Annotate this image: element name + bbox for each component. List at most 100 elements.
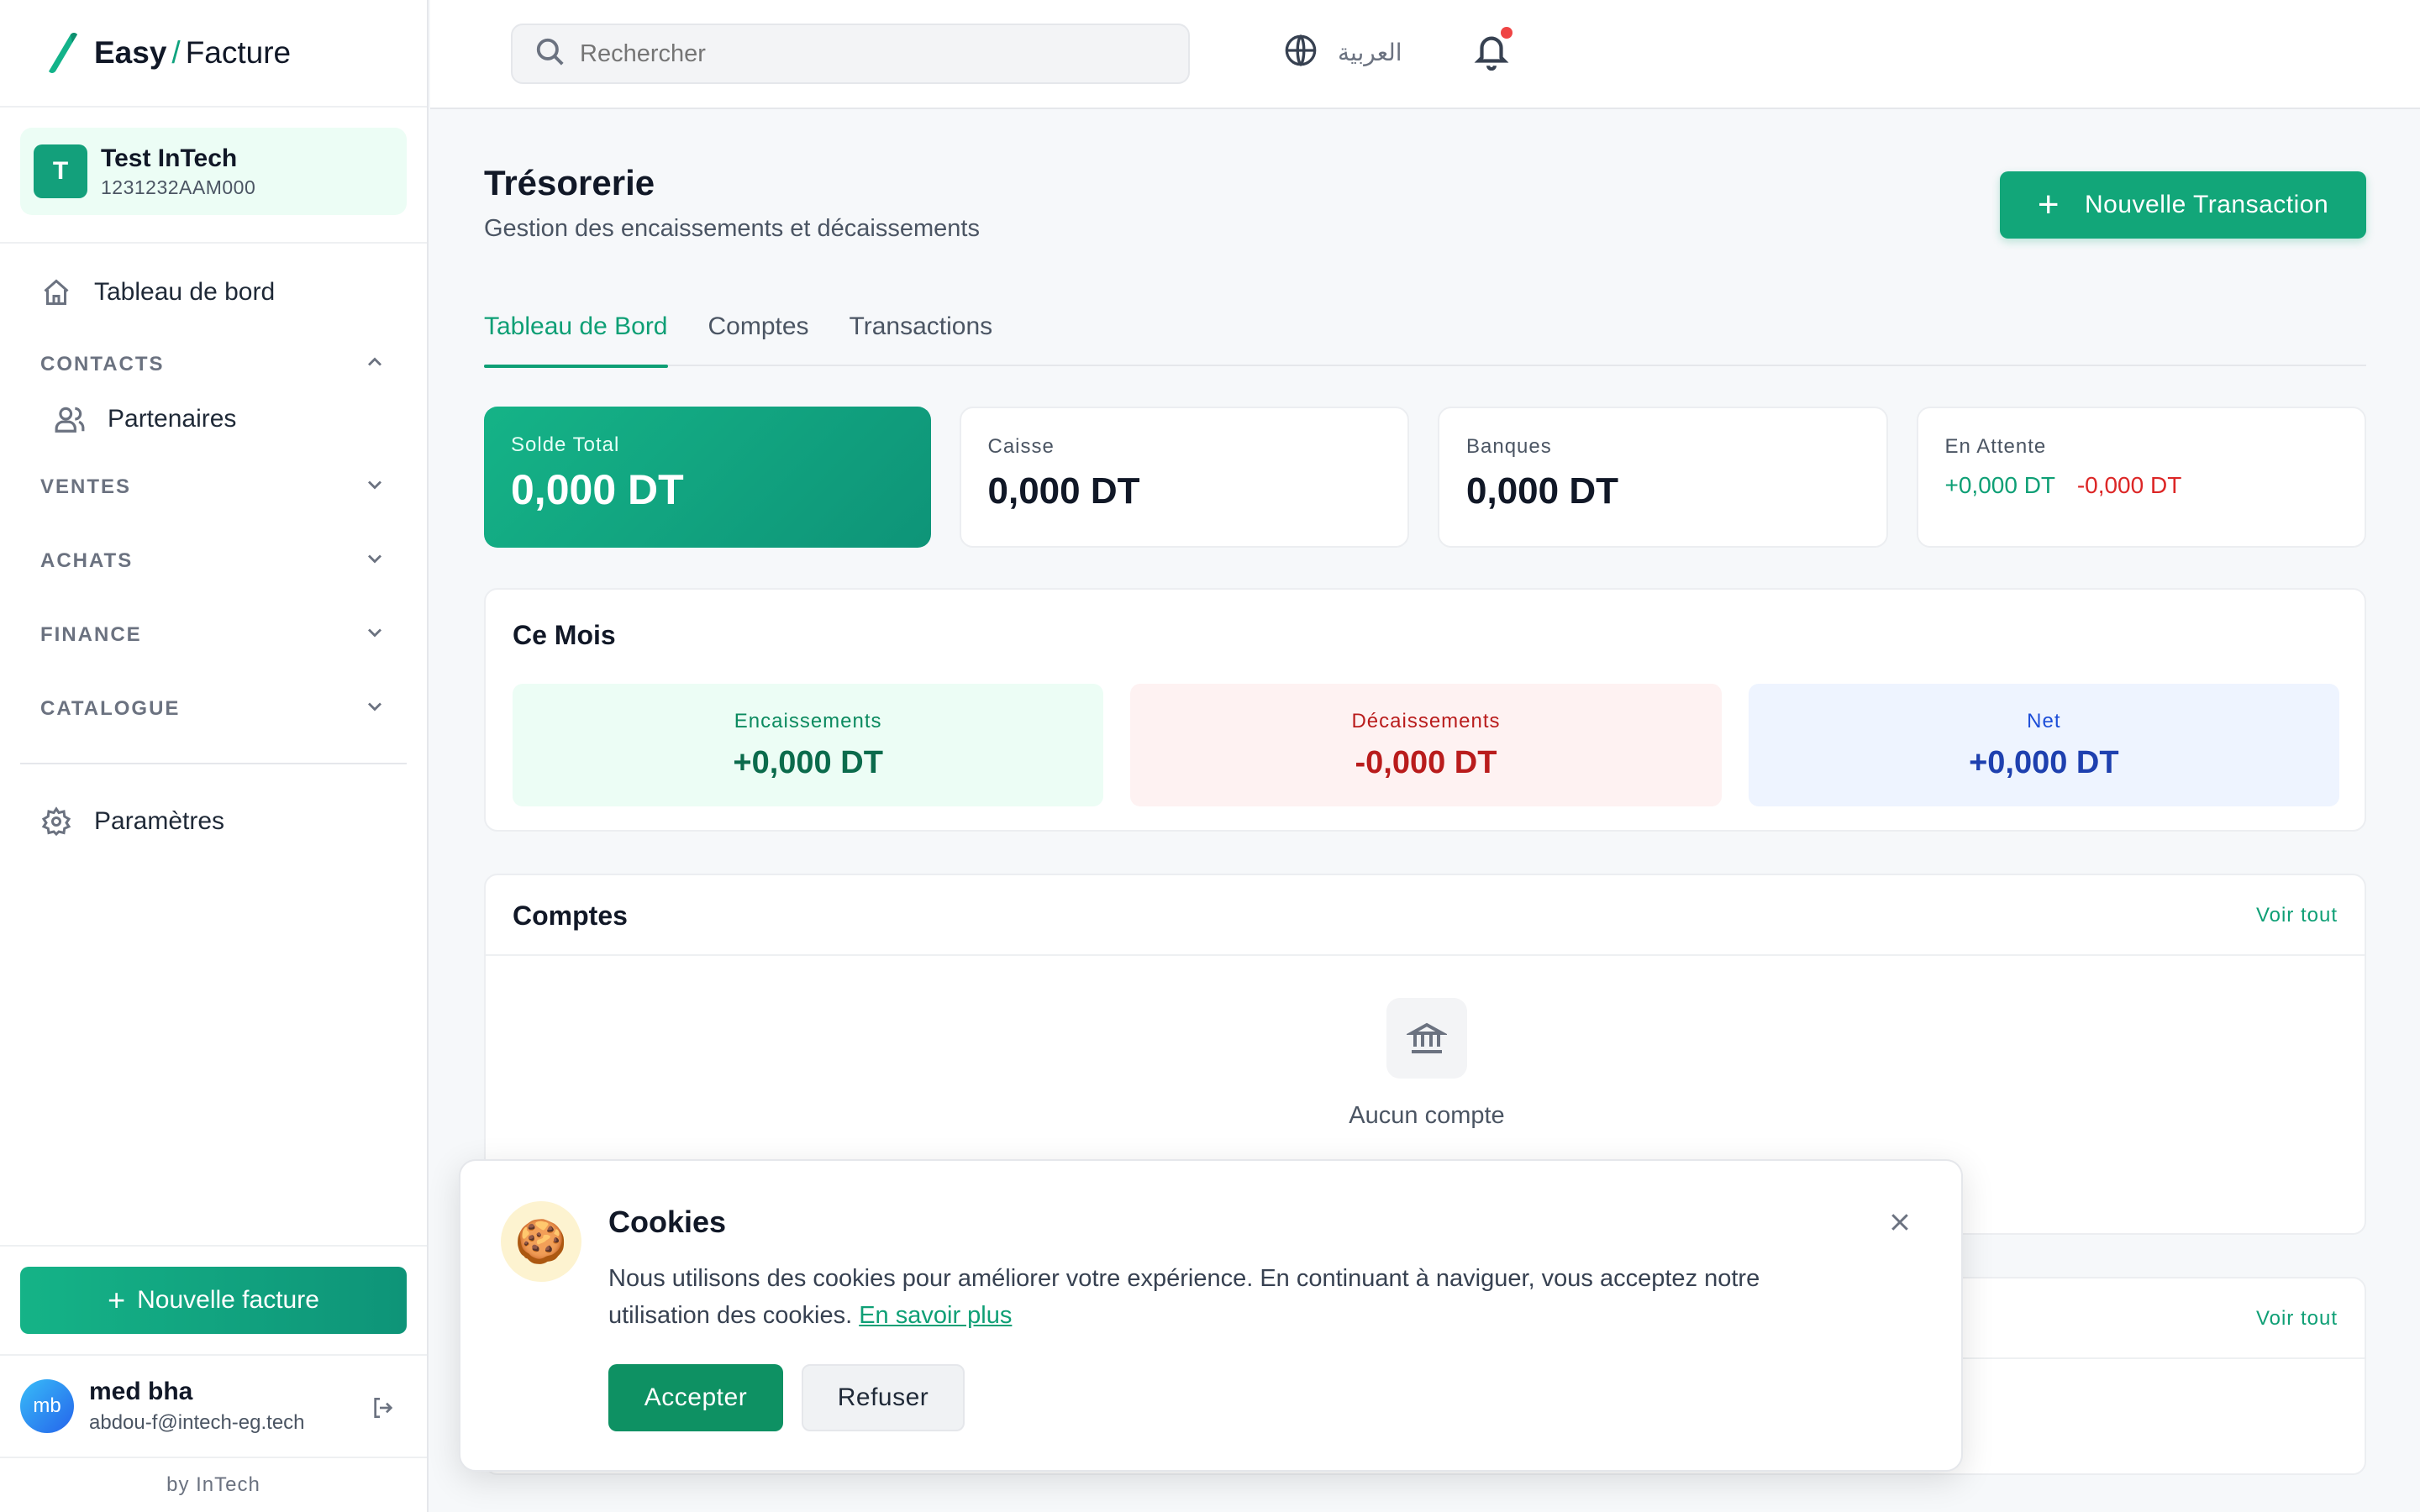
company-id: 1231232AAM000 [101, 176, 256, 198]
plus-icon: + [2037, 184, 2060, 225]
company-avatar: T [34, 144, 87, 198]
section-finance[interactable]: FINANCE [0, 610, 427, 660]
notification-badge [1501, 27, 1512, 39]
close-icon[interactable] [1887, 1210, 1914, 1236]
section-label: ACHATS [40, 549, 134, 572]
pending-in: +0,000 DT [1944, 472, 2056, 498]
this-month-card: Ce Mois Encaissements +0,000 DT Décaisse… [484, 588, 2366, 832]
chevron-down-icon [363, 547, 387, 576]
language-switcher[interactable]: العربية [1284, 34, 1402, 71]
logout-icon[interactable] [370, 1394, 398, 1423]
page-subtitle: Gestion des encaissements et décaissemen… [484, 215, 980, 242]
section-ventes[interactable]: VENTES [0, 462, 427, 512]
company-switcher[interactable]: T Test InTech 1231232AAM000 [20, 128, 407, 215]
tab-accounts[interactable]: Comptes [708, 296, 809, 366]
gear-icon [40, 806, 72, 837]
user-profile[interactable]: mb med bha abdou-f@intech-eg.tech [0, 1354, 427, 1457]
bell-icon [1472, 36, 1511, 74]
section-contacts[interactable]: CONTACTS [0, 339, 427, 390]
month-label: Encaissements [734, 709, 882, 732]
accept-button[interactable]: Accepter [608, 1364, 783, 1431]
month-disbursements: Décaissements -0,000 DT [1130, 684, 1722, 806]
sidebar-item-label: Tableau de bord [94, 278, 276, 306]
tab-transactions[interactable]: Transactions [850, 296, 993, 366]
stat-label: En Attente [1944, 435, 2047, 458]
tabs: Tableau de Bord Comptes Transactions [484, 296, 2366, 368]
card-title: Ce Mois [513, 620, 616, 650]
stat-value: 0,000 DT [511, 466, 684, 513]
stat-label: Caisse [987, 435, 1055, 458]
stats-row: Solde Total 0,000 DT Caisse 0,000 DT Ban… [484, 407, 2366, 548]
sidebar-item-settings[interactable]: Paramètres [0, 793, 427, 850]
new-transaction-button[interactable]: + Nouvelle Transaction [2000, 171, 2366, 239]
sidebar-footer: + Nouvelle facture mb med bha abdou-f@in… [0, 1245, 427, 1512]
notifications-button[interactable] [1472, 27, 1512, 74]
cookie-banner: 🍪 Cookies Nous utilisons des cookies pou… [459, 1159, 1963, 1472]
byline: by InTech [0, 1457, 427, 1512]
sidebar-item-label: Partenaires [108, 405, 237, 433]
user-info: med bha abdou-f@intech-eg.tech [89, 1378, 305, 1435]
pending-values: +0,000 DT -0,000 DT [1945, 472, 2340, 499]
cookie-text: Nous utilisons des cookies pour améliore… [608, 1265, 1760, 1329]
chevron-down-icon [363, 473, 387, 502]
sidebar: Easy / Facture T Test InTech 1231232AAM000… [0, 0, 429, 1512]
topbar: العربية [430, 0, 2420, 109]
chevron-down-icon [363, 621, 387, 650]
sidebar-item-dashboard[interactable]: Tableau de bord [0, 264, 427, 321]
section-catalogue[interactable]: CATALOGUE [0, 684, 427, 734]
stat-value: 0,000 DT [1466, 470, 1618, 512]
see-all-link[interactable]: Voir tout [2256, 904, 2338, 927]
chevron-up-icon [363, 350, 387, 380]
cookie-icon: 🍪 [501, 1201, 581, 1282]
stat-banks: Banques 0,000 DT [1438, 407, 1888, 548]
search-box[interactable] [511, 24, 1190, 84]
learn-more-link[interactable]: En savoir plus [859, 1302, 1012, 1329]
stat-total-balance: Solde Total 0,000 DT [484, 407, 931, 548]
new-invoice-wrap: + Nouvelle facture [0, 1245, 427, 1354]
tab-dashboard[interactable]: Tableau de Bord [484, 296, 668, 368]
stat-label: Banques [1466, 435, 1552, 458]
logo[interactable]: Easy / Facture [0, 0, 427, 108]
month-net: Net +0,000 DT [1748, 684, 2339, 806]
chevron-down-icon [363, 695, 387, 724]
button-label: Nouvelle Transaction [2085, 191, 2329, 218]
home-icon [40, 276, 72, 308]
sidebar-item-partners[interactable]: Partenaires [0, 390, 427, 449]
new-invoice-button[interactable]: + Nouvelle facture [20, 1267, 407, 1334]
empty-state-text: Aucun compte [1349, 1102, 1505, 1129]
month-summary: Encaissements +0,000 DT Décaissements -0… [513, 684, 2339, 806]
section-label: VENTES [40, 475, 132, 498]
section-label: CONTACTS [40, 353, 165, 375]
search-icon [534, 36, 566, 72]
search-input[interactable] [580, 39, 1084, 68]
month-label: Net [2027, 709, 2061, 732]
stat-value: 0,000 DT [987, 470, 1140, 512]
page-title: Trésorerie [484, 163, 655, 202]
month-value: -0,000 DT [1355, 744, 1497, 780]
see-all-link[interactable]: Voir tout [2256, 1307, 2338, 1331]
users-icon [54, 403, 86, 435]
card-title: Comptes [513, 900, 628, 931]
logo-icon [42, 29, 81, 76]
divider [20, 763, 407, 764]
bank-icon [1386, 998, 1467, 1079]
section-label: FINANCE [40, 623, 142, 646]
card-header: Comptes Voir tout [486, 875, 2365, 956]
stat-label: Solde Total [511, 433, 620, 456]
refuse-button[interactable]: Refuser [802, 1364, 965, 1431]
company-name: Test InTech [101, 144, 238, 172]
user-email: abdou-f@intech-eg.tech [89, 1411, 305, 1434]
button-label: Nouvelle facture [137, 1286, 319, 1314]
month-receipts: Encaissements +0,000 DT [513, 684, 1104, 806]
company-info: Test InTech 1231232AAM000 [101, 144, 255, 199]
stat-cash: Caisse 0,000 DT [959, 407, 1409, 548]
section-label: CATALOGUE [40, 697, 181, 720]
avatar: mb [20, 1379, 74, 1433]
user-name: med bha [89, 1378, 193, 1405]
section-achats[interactable]: ACHATS [0, 536, 427, 586]
cookie-title: Cookies [608, 1205, 727, 1239]
globe-icon [1284, 34, 1318, 71]
language-label: العربية [1338, 39, 1402, 66]
logo-text: Easy / Facture [94, 35, 292, 70]
month-label: Décaissements [1351, 709, 1501, 732]
